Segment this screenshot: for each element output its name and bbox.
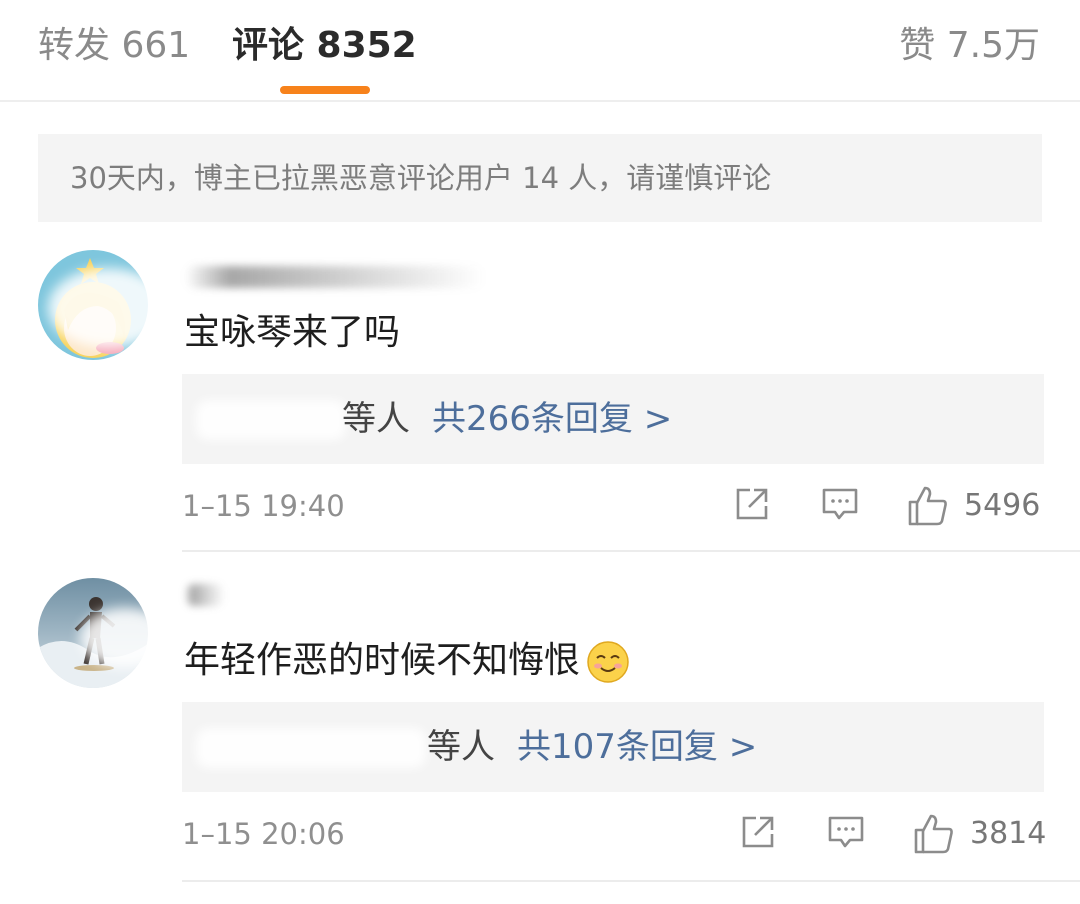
comment-meta: 1–15 19:40 5496 bbox=[182, 482, 1044, 532]
reply-names-redaction bbox=[196, 728, 426, 768]
comment-text: 年轻作恶的时候不知悔恨 bbox=[184, 636, 630, 686]
share-button[interactable] bbox=[732, 484, 772, 528]
reply-button[interactable] bbox=[826, 812, 866, 856]
share-icon bbox=[736, 488, 768, 520]
like-count: 3814 bbox=[970, 816, 1047, 851]
like-button[interactable] bbox=[906, 484, 950, 528]
reply-button[interactable] bbox=[820, 484, 860, 528]
avatar-redaction bbox=[80, 608, 170, 668]
notice-text: 30天内，博主已拉黑恶意评论用户 14 人，请谨慎评论 bbox=[70, 161, 772, 195]
reply-names: 等人 bbox=[342, 399, 410, 439]
divider bbox=[182, 880, 1080, 882]
reply-names: 等人 bbox=[427, 727, 495, 767]
like-count: 5496 bbox=[964, 488, 1041, 523]
tab-comment[interactable]: 评论 8352 bbox=[232, 22, 417, 70]
avatar-redaction bbox=[48, 268, 168, 348]
replies-preview[interactable]: 等人 共266条回复 > bbox=[182, 374, 1044, 464]
comment-body: 年轻作恶的时候不知悔恨 bbox=[184, 640, 581, 681]
replies-summary: 等人 共266条回复 > bbox=[342, 396, 672, 442]
share-icon bbox=[742, 816, 774, 848]
tab-repost[interactable]: 转发 661 bbox=[38, 22, 190, 70]
view-replies-link[interactable]: 共107条回复 > bbox=[517, 727, 757, 767]
comment-icon bbox=[822, 488, 858, 520]
divider bbox=[182, 550, 1080, 552]
username-redacted[interactable] bbox=[185, 584, 225, 606]
weibo-comments-page: 转发 661 评论 8352 赞 7.5万 30天内，博主已拉黑恶意评论用户 1… bbox=[0, 0, 1080, 904]
replies-preview[interactable]: 等人 共107条回复 > bbox=[182, 702, 1044, 792]
comment-text: 宝咏琴来了吗 bbox=[184, 312, 401, 353]
tab-like[interactable]: 赞 7.5万 bbox=[899, 22, 1040, 70]
block-notice: 30天内，博主已拉黑恶意评论用户 14 人，请谨慎评论 bbox=[38, 134, 1042, 222]
replies-summary: 等人 共107条回复 > bbox=[427, 724, 757, 770]
comment-icon bbox=[828, 816, 864, 848]
share-button[interactable] bbox=[738, 812, 778, 856]
active-tab-indicator bbox=[280, 86, 370, 94]
thumbs-up-icon bbox=[908, 486, 947, 526]
username-redacted[interactable] bbox=[185, 266, 485, 288]
like-button[interactable] bbox=[912, 812, 956, 856]
timestamp: 1–15 19:40 bbox=[182, 489, 345, 523]
smile-emoji-icon bbox=[587, 641, 629, 683]
timestamp: 1–15 20:06 bbox=[182, 817, 345, 851]
comment-meta: 1–15 20:06 3814 bbox=[182, 810, 1047, 860]
reply-names-redaction bbox=[196, 400, 346, 440]
tab-bar: 转发 661 评论 8352 赞 7.5万 bbox=[0, 0, 1080, 102]
thumbs-up-icon bbox=[914, 814, 953, 854]
view-replies-link[interactable]: 共266条回复 > bbox=[432, 399, 672, 439]
